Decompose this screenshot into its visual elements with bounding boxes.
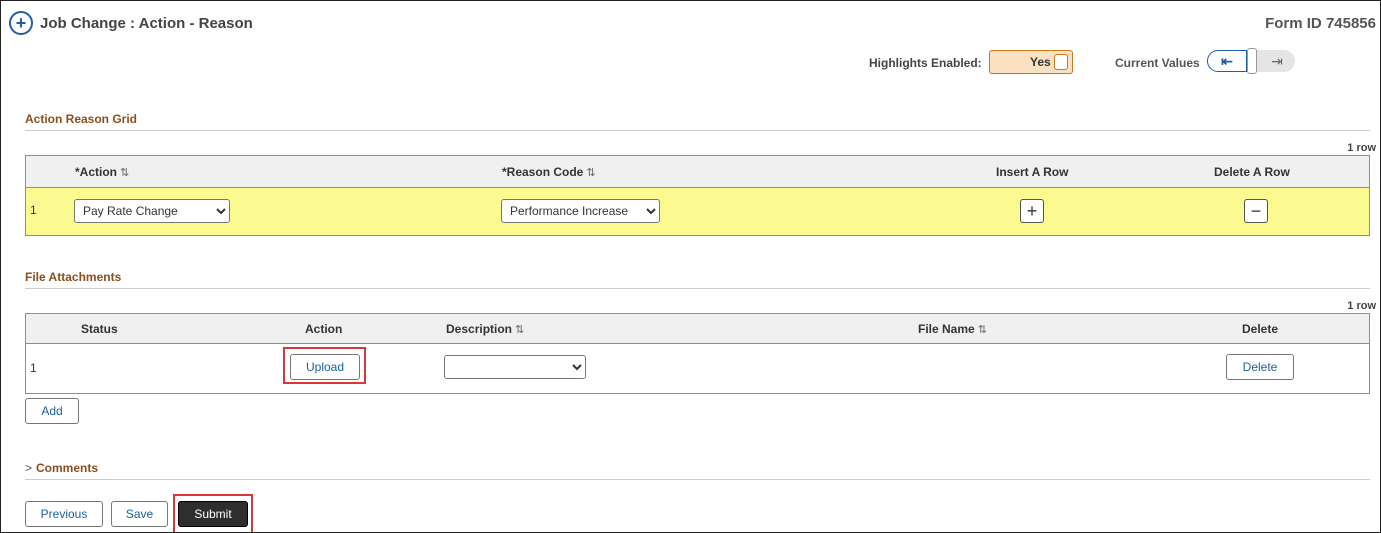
delete-attachment-button[interactable]: Delete — [1226, 354, 1294, 380]
sort-icon: ⇅ — [120, 167, 130, 179]
column-header-action[interactable]: *Action ⇅ — [75, 165, 129, 179]
chevron-right-icon: > — [25, 461, 33, 475]
table-row: 1 Upload Delete — [26, 344, 1369, 393]
form-id-label: Form ID — [1265, 15, 1322, 32]
sort-icon: ⇅ — [515, 324, 525, 336]
switch-thumb[interactable] — [1247, 48, 1257, 74]
delete-row-button[interactable]: − — [1244, 199, 1268, 223]
action-reason-grid: *Action ⇅ *Reason Code ⇅ Insert A Row Dele… — [25, 155, 1370, 236]
insert-row-button[interactable]: + — [1020, 199, 1044, 223]
section-divider — [25, 288, 1370, 289]
action-reason-grid-title: Action Reason Grid — [25, 112, 138, 126]
form-id: Form ID 745856 — [1265, 15, 1376, 32]
column-header-action: Action — [305, 322, 343, 336]
file-attachments-grid: Status Action Description ⇅ File Name ⇅ De… — [25, 313, 1370, 394]
comments-toggle[interactable]: > Comments — [25, 461, 98, 475]
previous-button[interactable]: Previous — [25, 501, 103, 527]
row-number: 1 — [30, 361, 37, 375]
minus-icon: − — [1250, 201, 1262, 221]
column-header-delete: Delete — [1242, 322, 1279, 336]
current-values-label: Current Values — [1115, 56, 1200, 70]
file-attachments-title: File Attachments — [25, 270, 122, 284]
row-number: 1 — [30, 203, 37, 217]
section-divider — [25, 479, 1370, 480]
submit-highlight-box — [173, 494, 253, 532]
column-header-file-name[interactable]: File Name ⇅ — [918, 322, 987, 336]
add-attachment-button[interactable]: Add — [25, 398, 79, 424]
column-header-status: Status — [81, 322, 118, 336]
last-value-icon[interactable]: ⇥ — [1263, 50, 1291, 72]
current-values-switch[interactable]: ⇤ ⇥ — [1207, 48, 1295, 74]
column-header-description-label: Description — [446, 322, 513, 336]
action-reason-row-count: 1 row — [1347, 142, 1376, 154]
column-header-insert-row: Insert A Row — [996, 165, 1069, 179]
form-id-value: 745856 — [1325, 15, 1376, 32]
column-header-reason-label: *Reason Code — [502, 165, 584, 179]
sort-icon: ⇅ — [977, 324, 987, 336]
toggle-knob — [1054, 54, 1068, 70]
comments-label: Comments — [36, 461, 99, 475]
column-header-description[interactable]: Description ⇅ — [446, 322, 524, 336]
page-frame: + Job Change : Action - Reason Form ID 7… — [0, 0, 1381, 533]
column-header-delete-row: Delete A Row — [1214, 165, 1290, 179]
highlights-toggle[interactable]: Yes — [989, 50, 1073, 74]
plus-icon: + — [1026, 201, 1038, 221]
highlights-label: Highlights Enabled: — [869, 56, 982, 70]
add-icon[interactable]: + — [9, 11, 33, 35]
grid-header: Status Action Description ⇅ File Name ⇅ De… — [26, 314, 1369, 344]
action-select[interactable]: Pay Rate Change — [74, 199, 230, 223]
upload-highlight-box — [283, 347, 366, 384]
grid-header: *Action ⇅ *Reason Code ⇅ Insert A Row Dele… — [26, 156, 1369, 188]
column-header-file-name-label: File Name — [918, 322, 975, 336]
first-value-icon[interactable]: ⇤ — [1207, 50, 1247, 72]
highlights-toggle-value: Yes — [1030, 55, 1051, 69]
table-row: 1 Pay Rate Change Performance Increase +… — [26, 188, 1369, 235]
save-button[interactable]: Save — [111, 501, 168, 527]
column-header-action-label: *Action — [75, 165, 117, 179]
description-select[interactable] — [444, 355, 586, 379]
column-header-reason-code[interactable]: *Reason Code ⇅ — [502, 165, 596, 179]
section-divider — [25, 130, 1370, 131]
reason-code-select[interactable]: Performance Increase — [501, 199, 660, 223]
page-title: Job Change : Action - Reason — [40, 15, 253, 32]
sort-icon: ⇅ — [586, 167, 596, 179]
file-attachments-row-count: 1 row — [1347, 300, 1376, 312]
